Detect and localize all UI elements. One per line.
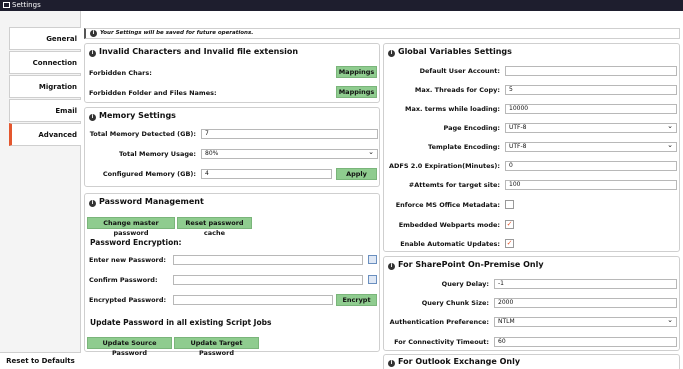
max-threads-label: Max. Threads for Copy: bbox=[414, 86, 500, 94]
reset-to-defaults-button[interactable]: Reset to Defaults bbox=[0, 352, 81, 369]
panel-title: i Global Variables Settings bbox=[388, 47, 512, 57]
enforce-metadata-label: Enforce MS Office Metadata: bbox=[395, 201, 500, 209]
auth-preference-label: Authentication Preference: bbox=[389, 318, 489, 326]
memory-settings-panel: i Memory Settings Total Memory Detected (… bbox=[84, 107, 380, 187]
sharepoint-panel: i For SharePoint On-Premise Only Query De… bbox=[383, 256, 680, 351]
default-user-label: Default User Account: bbox=[419, 67, 500, 75]
reset-password-cache-button[interactable]: Reset password cache bbox=[177, 217, 252, 237]
forbidden-folders-mappings-button[interactable]: Mappings bbox=[336, 86, 377, 98]
info-icon: i bbox=[89, 199, 96, 207]
encrypted-password-label: Encrypted Password: bbox=[89, 296, 167, 304]
embedded-webparts-checkbox[interactable]: ✓ bbox=[505, 220, 514, 229]
memory-usage-label: Total Memory Usage: bbox=[118, 150, 196, 158]
default-user-input[interactable] bbox=[505, 66, 677, 76]
panel-title: i Invalid Characters and Invalid file ext… bbox=[89, 47, 298, 57]
memory-detected-field: 7 bbox=[201, 129, 378, 139]
title-bar: Settings bbox=[0, 0, 683, 11]
confirm-password-input[interactable] bbox=[173, 275, 363, 285]
max-threads-input[interactable]: 5 bbox=[505, 85, 677, 95]
auto-updates-label: Enable Automatic Updates: bbox=[400, 240, 500, 248]
info-icon: i bbox=[89, 113, 96, 121]
adfs-expiration-label: ADFS 2.0 Expiration(Minutes): bbox=[389, 162, 500, 170]
encrypt-button[interactable]: Encrypt bbox=[336, 294, 377, 306]
configured-memory-input[interactable]: 4 bbox=[201, 169, 332, 179]
memory-detected-label: Total Memory Detected (GB): bbox=[89, 130, 196, 138]
password-management-panel: i Password Management Change master passw… bbox=[84, 193, 380, 357]
info-icon: i bbox=[90, 29, 97, 37]
encrypted-password-field[interactable] bbox=[173, 295, 333, 305]
password-encryption-heading: Password Encryption: bbox=[90, 238, 182, 247]
window-icon bbox=[3, 2, 10, 8]
sidebar: General Connection Migration Email Notif… bbox=[0, 11, 81, 369]
info-icon: i bbox=[388, 359, 395, 367]
adfs-expiration-input[interactable]: 0 bbox=[505, 161, 677, 171]
query-delay-label: Query Delay: bbox=[441, 280, 489, 288]
page-encoding-select[interactable]: UTF-8 bbox=[505, 122, 677, 133]
attempts-input[interactable]: 100 bbox=[505, 180, 677, 190]
confirm-password-label: Confirm Password: bbox=[89, 276, 158, 284]
check-icon: ✓ bbox=[506, 220, 513, 228]
forbidden-folders-label: Forbidden Folder and Files Names: bbox=[89, 89, 217, 97]
save-notice: i Your Settings will be saved for future … bbox=[84, 28, 680, 39]
forbidden-chars-label: Forbidden Chars: bbox=[89, 69, 152, 77]
panel-title: i Memory Settings bbox=[89, 111, 176, 121]
connectivity-timeout-label: For Connectivity Timeout: bbox=[394, 338, 489, 346]
tab-migration[interactable]: Migration bbox=[9, 75, 81, 98]
tab-advanced[interactable]: Advanced bbox=[9, 123, 81, 146]
info-icon: i bbox=[388, 49, 395, 57]
tab-email-notification[interactable]: Email Notification bbox=[9, 99, 81, 138]
template-encoding-select[interactable]: UTF-8 bbox=[505, 141, 677, 152]
update-source-password-button[interactable]: Update Source Password bbox=[87, 337, 172, 357]
template-encoding-label: Template Encoding: bbox=[428, 143, 500, 151]
panel-title: i Password Management bbox=[89, 197, 204, 207]
check-icon: ✓ bbox=[506, 239, 513, 247]
update-target-password-button[interactable]: Update Target Password bbox=[174, 337, 259, 357]
global-variables-panel: i Global Variables Settings Default User … bbox=[383, 43, 680, 252]
apply-button[interactable]: Apply bbox=[336, 168, 377, 180]
info-icon: i bbox=[89, 49, 96, 57]
tab-general[interactable]: General bbox=[9, 27, 81, 50]
attempts-label: #Attemts for target site: bbox=[408, 181, 500, 189]
embedded-webparts-label: Embedded Webparts mode: bbox=[398, 221, 500, 229]
panel-title: i For Outlook Exchange Only bbox=[388, 357, 520, 367]
configured-memory-label: Configured Memory (GB): bbox=[102, 170, 196, 178]
tab-connection[interactable]: Connection bbox=[9, 51, 81, 74]
exchange-panel: i For Outlook Exchange Only bbox=[383, 354, 680, 369]
change-master-password-button[interactable]: Change master password bbox=[87, 217, 175, 237]
query-delay-input[interactable]: -1 bbox=[494, 279, 677, 289]
new-password-label: Enter new Password: bbox=[89, 256, 166, 264]
forbidden-chars-mappings-button[interactable]: Mappings bbox=[336, 66, 377, 78]
window-title: Settings bbox=[12, 1, 41, 9]
invalid-chars-panel: i Invalid Characters and Invalid file ext… bbox=[84, 43, 380, 103]
new-password-input[interactable] bbox=[173, 255, 363, 265]
max-terms-label: Max. terms while loading: bbox=[404, 105, 500, 113]
max-terms-input[interactable]: 10000 bbox=[505, 104, 677, 114]
page-encoding-label: Page Encoding: bbox=[443, 124, 500, 132]
copy-icon[interactable] bbox=[368, 275, 377, 284]
info-icon: i bbox=[388, 262, 395, 270]
notice-text: Your Settings will be saved for future o… bbox=[100, 30, 254, 36]
query-chunk-size-input[interactable]: 2000 bbox=[494, 298, 677, 308]
query-chunk-size-label: Query Chunk Size: bbox=[421, 299, 489, 307]
copy-icon[interactable] bbox=[368, 255, 377, 264]
update-password-heading: Update Password in all existing Script J… bbox=[90, 318, 272, 327]
panel-title: i For SharePoint On-Premise Only bbox=[388, 260, 544, 270]
auto-updates-checkbox[interactable]: ✓ bbox=[505, 239, 514, 248]
memory-usage-select[interactable]: 80% bbox=[201, 148, 378, 159]
connectivity-timeout-input[interactable]: 60 bbox=[494, 337, 677, 347]
enforce-metadata-checkbox[interactable] bbox=[505, 200, 514, 209]
auth-preference-select[interactable]: NTLM bbox=[494, 316, 677, 327]
